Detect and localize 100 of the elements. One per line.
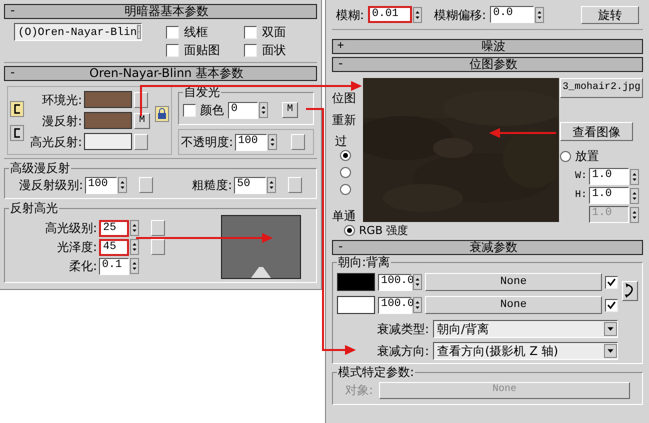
rollout-header[interactable]: + 噪波 (332, 39, 643, 54)
field-label: 模糊偏移: (434, 6, 486, 24)
spinner-icon[interactable] (413, 6, 422, 22)
checkbox[interactable] (605, 298, 618, 312)
number-field[interactable]: 0.1 (99, 258, 129, 274)
spinner-icon[interactable] (118, 177, 128, 193)
number-field[interactable]: 100.0 (378, 274, 412, 290)
checkbox[interactable] (244, 26, 257, 38)
spinner-icon[interactable] (268, 134, 278, 150)
spinner-icon[interactable] (130, 220, 139, 236)
rollout-header[interactable]: - 明暗器基本参数 (4, 4, 317, 19)
checkbox[interactable] (166, 26, 179, 38)
number-field[interactable]: 1.0 (589, 168, 629, 185)
spinner-icon[interactable] (630, 168, 639, 184)
spinner-icon[interactable] (130, 258, 139, 274)
field-label: 漫反射级别: (19, 177, 84, 194)
field-label: 高光级别: (44, 220, 97, 237)
spinner-icon[interactable] (413, 274, 422, 290)
field-label: 位图 (332, 91, 357, 105)
rollout-header[interactable]: - 位图参数 (332, 57, 643, 72)
map-slot-button[interactable] (151, 239, 165, 255)
spinner-icon[interactable] (267, 177, 276, 193)
color-swatch[interactable] (337, 273, 375, 291)
spinner-icon[interactable] (535, 6, 544, 22)
field-label: 模糊: (336, 6, 364, 24)
number-field[interactable]: 0.01 (368, 6, 412, 23)
map-button[interactable]: None (425, 273, 602, 291)
checkbox[interactable] (166, 44, 179, 56)
radio-button[interactable] (340, 184, 351, 195)
field-label: 衰减类型: (376, 321, 429, 338)
color-swatch[interactable] (84, 112, 132, 129)
number-field[interactable]: 25 (99, 220, 129, 236)
number-field[interactable]: 100.0 (378, 296, 412, 314)
radio-button[interactable] (560, 150, 571, 162)
option-label: 双面 (262, 24, 286, 41)
lock-swatch-icon[interactable] (10, 100, 24, 116)
option-label: 面状 (262, 42, 286, 59)
reload-button[interactable]: 重新 (332, 113, 363, 127)
number-field[interactable]: 0.0 (490, 6, 534, 23)
radio-button[interactable] (340, 150, 351, 161)
bitmap-file-button[interactable]: 3_mohair2.jpg (560, 78, 643, 98)
spinner-icon[interactable] (413, 297, 422, 313)
spinner-icon[interactable] (259, 102, 268, 118)
dropdown[interactable]: 查看方向(摄影机 Z 轴) (433, 342, 618, 360)
dropdown[interactable]: (O)Oren-Nayar-Blin (14, 23, 142, 41)
collapse-toggle[interactable]: - (337, 241, 349, 254)
collapse-toggle[interactable]: - (337, 58, 349, 71)
map-slot-button[interactable] (291, 134, 306, 150)
map-slot-button[interactable] (139, 177, 154, 193)
option-label: 面贴图 (184, 42, 220, 59)
number-field[interactable]: 1.0 (589, 187, 629, 204)
group-title: 自发光 (183, 86, 221, 99)
group-title: 过 (335, 134, 348, 148)
map-button[interactable]: M (282, 102, 298, 118)
swap-icon[interactable] (622, 281, 638, 301)
option-label: 颜色 (200, 102, 224, 119)
collapse-toggle[interactable]: - (9, 5, 21, 18)
radio-button[interactable] (344, 225, 355, 236)
field-label: 粗糙度: (192, 177, 232, 194)
lock-icon[interactable] (155, 106, 169, 122)
map-button[interactable]: None (425, 296, 602, 314)
number-field[interactable]: 0 (228, 102, 258, 118)
color-swatch[interactable] (84, 133, 132, 150)
rollout-title: 明暗器基本参数 (124, 5, 210, 18)
number-field[interactable]: 100 (85, 176, 118, 194)
view-image-button[interactable]: 查看图像 (560, 122, 633, 141)
field-label: 衰减方向: (376, 343, 429, 360)
rollout-header[interactable]: - 衰减参数 (332, 240, 643, 255)
checkbox[interactable] (183, 104, 196, 116)
spinner-icon[interactable] (630, 206, 639, 222)
collapse-toggle[interactable]: + (337, 40, 349, 53)
checkbox[interactable] (244, 44, 257, 56)
rotate-button[interactable]: 旋转 (581, 6, 639, 24)
rollout-title: 衰减参数 (468, 241, 518, 254)
field-label: H: (574, 189, 587, 203)
map-button[interactable]: M (134, 112, 150, 128)
color-label: 漫反射: (40, 112, 82, 130)
number-field[interactable]: 45 (99, 238, 129, 256)
spinner-icon[interactable] (630, 188, 639, 204)
field-label: W: (574, 170, 587, 184)
checkbox[interactable] (605, 276, 618, 288)
caret-icon (604, 344, 617, 358)
number-field[interactable]: 50 (234, 176, 266, 194)
radio-button[interactable] (340, 167, 351, 178)
rollout-title: 噪波 (480, 40, 506, 53)
rollout-header[interactable]: - Oren-Nayar-Blinn 基本参数 (4, 66, 317, 81)
map-slot-button[interactable] (134, 134, 148, 150)
collapse-toggle[interactable]: - (9, 67, 21, 80)
number-field[interactable]: 100 (235, 134, 268, 150)
group-title: 朝向:背离 (337, 256, 392, 269)
lock-swatch-icon[interactable] (10, 124, 24, 140)
map-slot-button[interactable] (151, 220, 165, 236)
spinner-icon[interactable] (130, 239, 139, 255)
group-title: 反射高光 (9, 202, 59, 215)
map-slot-button[interactable] (288, 177, 302, 193)
color-swatch[interactable] (84, 91, 132, 108)
field-label: 不透明度: (181, 134, 234, 151)
color-swatch[interactable] (337, 296, 375, 314)
dropdown[interactable]: 朝向/背离 (433, 320, 618, 338)
group-title: 单通 (332, 209, 357, 223)
